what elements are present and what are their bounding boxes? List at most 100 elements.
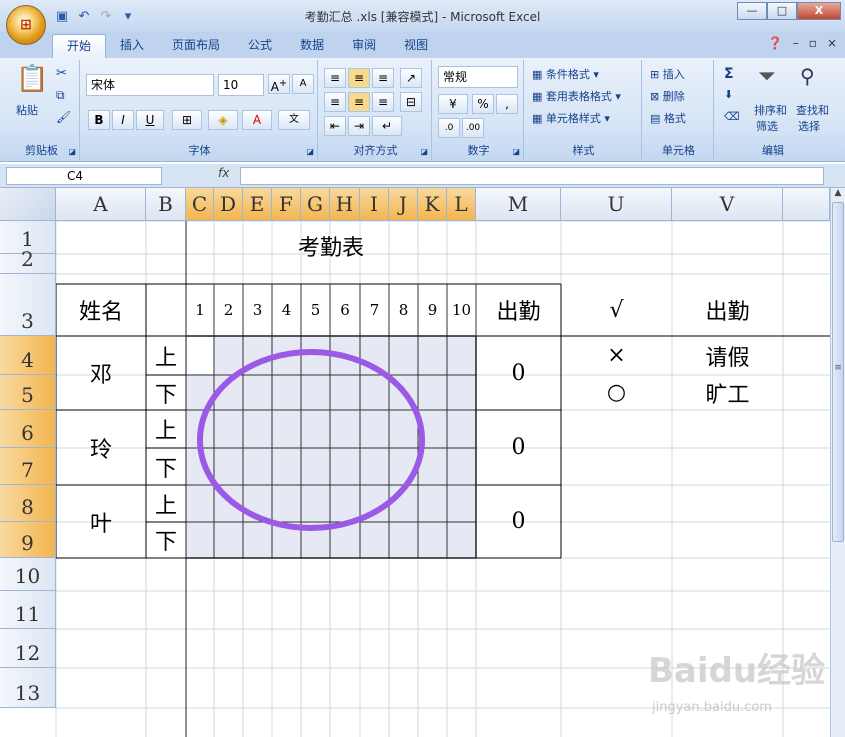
column-header-j[interactable]: J	[389, 188, 418, 221]
autosum-button[interactable]: Σ	[724, 66, 734, 82]
increase-decimal-icon[interactable]: .0	[438, 118, 460, 138]
vertical-scrollbar[interactable]: ▲ ≡	[830, 188, 845, 737]
row-header-7[interactable]: 7	[0, 448, 56, 485]
row-header-8[interactable]: 8	[0, 485, 56, 522]
tab-page-layout[interactable]: 页面布局	[158, 34, 234, 58]
ribbon-minimize-icon[interactable]: –	[793, 36, 799, 50]
tab-view[interactable]: 视图	[390, 34, 442, 58]
increase-indent-icon[interactable]: ⇥	[348, 116, 370, 136]
percent-button[interactable]: %	[472, 94, 494, 114]
find-select-label-2[interactable]: 选择	[798, 118, 820, 134]
align-right-icon[interactable]: ≡	[372, 92, 394, 112]
tab-home[interactable]: 开始	[52, 34, 107, 58]
help-icon[interactable]: ❓	[768, 36, 783, 50]
align-middle-icon[interactable]: ≡	[348, 68, 370, 88]
comma-button[interactable]: ,	[496, 94, 518, 114]
active-cell[interactable]	[187, 337, 214, 374]
column-header-h[interactable]: H	[330, 188, 360, 221]
dialog-launcher-icon[interactable]: ◪	[68, 147, 76, 156]
decrease-indent-icon[interactable]: ⇤	[324, 116, 346, 136]
row-header-4[interactable]: 4	[0, 336, 56, 375]
tab-data[interactable]: 数据	[286, 34, 338, 58]
row-header-9[interactable]: 9	[0, 522, 56, 558]
orientation-icon[interactable]: ↗	[400, 68, 422, 88]
worksheet-grid[interactable]: ABCDEFGHIJKLMUV 1 2 3 4 5 6 7 8 9 10 11 12 13 考勤表 姓名…	[0, 188, 830, 737]
row-header-6[interactable]: 6	[0, 410, 56, 448]
find-select-label[interactable]: 查找和	[796, 102, 829, 118]
tab-review[interactable]: 审阅	[338, 34, 390, 58]
column-header-l[interactable]: L	[447, 188, 476, 221]
row-header-13[interactable]: 13	[0, 668, 56, 708]
dialog-launcher-icon[interactable]: ◪	[512, 147, 520, 156]
format-as-table-button[interactable]: ▦ 套用表格格式 ▾	[532, 88, 621, 104]
grow-font-icon[interactable]: A+	[268, 74, 290, 94]
column-header-k[interactable]: K	[418, 188, 447, 221]
row-header-11[interactable]: 11	[0, 591, 56, 629]
align-top-icon[interactable]: ≡	[324, 68, 346, 88]
column-header-v[interactable]: V	[672, 188, 783, 221]
sort-filter-label-2[interactable]: 筛选	[756, 118, 778, 134]
find-binoculars-icon[interactable]: ⚲	[800, 64, 815, 88]
scroll-thumb[interactable]: ≡	[832, 202, 844, 542]
ribbon-restore-icon[interactable]: ▫	[809, 36, 817, 50]
tab-insert[interactable]: 插入	[106, 34, 158, 58]
wrap-text-icon[interactable]: ↵	[372, 116, 402, 136]
cut-icon[interactable]: ✂	[56, 66, 67, 81]
cell-styles-button[interactable]: ▦ 单元格样式 ▾	[532, 110, 610, 126]
row-header-3[interactable]: 3	[0, 274, 56, 336]
column-header-i[interactable]: I	[360, 188, 389, 221]
border-icon[interactable]: ⊞	[172, 110, 202, 130]
sort-filter-icon[interactable]: ⏷	[758, 64, 776, 89]
decrease-decimal-icon[interactable]: .00	[462, 118, 484, 138]
currency-icon[interactable]: ¥	[438, 94, 468, 114]
merge-center-icon[interactable]: ⊟	[400, 92, 422, 112]
ribbon-close-icon[interactable]: ×	[827, 36, 837, 50]
office-button[interactable]: ⊞	[6, 5, 46, 45]
column-header-m[interactable]: M	[476, 188, 561, 221]
row-header-12[interactable]: 12	[0, 629, 56, 668]
column-header-c[interactable]: C	[186, 188, 214, 221]
select-all-corner[interactable]	[0, 188, 56, 221]
close-button[interactable]: X	[797, 2, 841, 20]
align-bottom-icon[interactable]: ≡	[372, 68, 394, 88]
name-box[interactable]: C4	[6, 167, 162, 185]
column-header-a[interactable]: A	[56, 188, 146, 221]
row-header-5[interactable]: 5	[0, 375, 56, 410]
column-header-b[interactable]: B	[146, 188, 186, 221]
shrink-font-icon[interactable]: A	[292, 74, 314, 94]
bold-button[interactable]: B	[88, 110, 110, 130]
align-left-icon[interactable]: ≡	[324, 92, 346, 112]
column-header-g[interactable]: G	[301, 188, 330, 221]
row-header-2[interactable]: 2	[0, 247, 56, 274]
number-format-select[interactable]: 常规	[438, 66, 518, 88]
column-header-u[interactable]: U	[561, 188, 672, 221]
column-header-d[interactable]: D	[214, 188, 243, 221]
font-size-select[interactable]: 10	[218, 74, 264, 96]
fill-icon[interactable]: ⬇	[724, 88, 733, 101]
maximize-button[interactable]: □	[767, 2, 797, 20]
tab-formulas[interactable]: 公式	[234, 34, 286, 58]
delete-cells-button[interactable]: ⊠ 删除	[650, 88, 685, 104]
align-center-icon[interactable]: ≡	[348, 92, 370, 112]
paste-icon[interactable]: 📋	[16, 64, 48, 94]
format-cells-button[interactable]: ▤ 格式	[650, 110, 686, 126]
dialog-launcher-icon[interactable]: ◪	[306, 147, 314, 156]
scroll-up-icon[interactable]: ▲	[831, 188, 845, 202]
sort-filter-label[interactable]: 排序和	[754, 102, 787, 118]
italic-button[interactable]: I	[112, 110, 134, 130]
column-header-blank[interactable]	[783, 188, 830, 221]
formula-input[interactable]	[240, 167, 824, 185]
selected-range[interactable]	[186, 336, 476, 558]
fill-color-icon[interactable]: ◈	[208, 110, 238, 130]
conditional-format-button[interactable]: ▦ 条件格式 ▾	[532, 66, 599, 82]
paste-button[interactable]: 粘贴	[16, 102, 38, 118]
copy-icon[interactable]: ⧉	[56, 88, 65, 103]
minimize-button[interactable]: —	[737, 2, 767, 20]
column-header-f[interactable]: F	[272, 188, 301, 221]
clear-icon[interactable]: ⌫	[724, 110, 740, 123]
dialog-launcher-icon[interactable]: ◪	[420, 147, 428, 156]
insert-cells-button[interactable]: ⊞ 插入	[650, 66, 685, 82]
phonetic-icon[interactable]: 文	[278, 110, 310, 130]
font-color-icon[interactable]: A	[242, 110, 272, 130]
underline-button[interactable]: U	[136, 110, 164, 130]
